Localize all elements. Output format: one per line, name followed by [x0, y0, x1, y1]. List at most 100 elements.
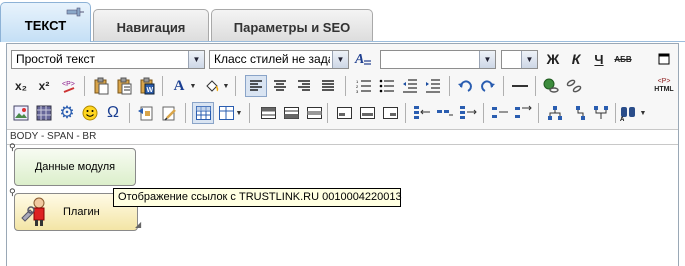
format-select-value: Простой текст: [16, 52, 95, 66]
chevron-down-icon[interactable]: ▼: [235, 102, 243, 124]
chevron-down-icon[interactable]: ▼: [222, 75, 230, 97]
insert-column-right-icon[interactable]: [434, 102, 456, 124]
tab-navigation[interactable]: Навигация: [93, 9, 209, 42]
gear-icon[interactable]: ⚙: [56, 102, 78, 124]
styles-icon[interactable]: A: [352, 48, 374, 70]
paste-word-icon[interactable]: W: [136, 75, 158, 97]
html-source-button[interactable]: <P> HTML: [653, 75, 675, 97]
html-tag-label: <P>: [657, 78, 671, 85]
redo-icon[interactable]: [477, 75, 499, 97]
undo-icon[interactable]: [454, 75, 476, 97]
maximize-icon[interactable]: [653, 48, 675, 70]
tab-divider: [0, 41, 685, 42]
bold-button[interactable]: Ж: [542, 48, 564, 70]
toolbar-separator: [235, 76, 236, 96]
chevron-down-icon[interactable]: ▼: [479, 51, 495, 68]
outdent-icon[interactable]: [399, 75, 421, 97]
find-replace-icon[interactable]: A: [619, 102, 641, 124]
toolbar-separator: [162, 76, 163, 96]
toolbar-separator: [405, 103, 406, 123]
underline-button[interactable]: Ч: [588, 48, 610, 70]
insert-row-below-icon[interactable]: [280, 102, 302, 124]
strikethrough-button[interactable]: АБВ: [612, 48, 634, 70]
anchor-icon: ⚲: [9, 142, 16, 152]
split-cell-horizontal-icon[interactable]: [489, 102, 511, 124]
paste-text-icon[interactable]: [113, 75, 135, 97]
link-icon[interactable]: [540, 75, 562, 97]
svg-text:<P>: <P>: [62, 81, 75, 88]
data-module-label: Данные модуля: [34, 161, 116, 173]
align-left-icon[interactable]: [245, 75, 267, 97]
cell-properties-icon[interactable]: [379, 102, 401, 124]
smiley-icon[interactable]: [79, 102, 101, 124]
table-icon[interactable]: [192, 102, 214, 124]
bullet-list-icon[interactable]: [376, 75, 398, 97]
paste-icon[interactable]: [90, 75, 112, 97]
chevron-down-icon[interactable]: ▼: [332, 51, 348, 68]
insert-template-icon[interactable]: [158, 102, 180, 124]
font-family-select[interactable]: ▼: [380, 50, 496, 69]
pin-icon: [66, 7, 84, 17]
tab-params-seo-label: Параметры и SEO: [233, 19, 351, 35]
format-select[interactable]: Простой текст ▼: [11, 50, 205, 69]
font-size-select[interactable]: ▼: [501, 50, 538, 69]
align-right-icon[interactable]: [293, 75, 315, 97]
style-class-select[interactable]: Класс стилей не задан ▼: [209, 50, 349, 69]
remove-format-icon[interactable]: <P>: [58, 75, 80, 97]
subscript-button[interactable]: x₂: [10, 75, 32, 97]
toolbar-separator: [615, 103, 616, 123]
toolbar-separator: [129, 103, 130, 123]
insert-anchor-icon[interactable]: [135, 102, 157, 124]
background-color-icon[interactable]: [201, 75, 223, 97]
toolbar-separator: [503, 76, 504, 96]
chevron-down-icon[interactable]: ▼: [189, 75, 197, 97]
special-char-button[interactable]: Ω: [102, 102, 124, 124]
toolbar-separator: [535, 76, 536, 96]
font-color-button[interactable]: A: [168, 75, 190, 97]
align-justify-icon[interactable]: [317, 75, 339, 97]
numbered-list-icon[interactable]: 123: [353, 75, 375, 97]
delete-column-icon[interactable]: [457, 102, 479, 124]
tab-text[interactable]: ТЕКСТ: [0, 2, 91, 42]
split-cell-icon[interactable]: [356, 102, 378, 124]
indent-icon[interactable]: [422, 75, 444, 97]
data-module-block[interactable]: ⚲ Данные модуля: [9, 142, 136, 186]
italic-button[interactable]: К: [565, 48, 587, 70]
split-cell-vertical-icon[interactable]: [512, 102, 534, 124]
align-center-icon[interactable]: [269, 75, 291, 97]
resize-handle-icon[interactable]: ◢: [135, 220, 141, 229]
image-icon[interactable]: [10, 102, 32, 124]
insert-column-tree-icon[interactable]: [567, 102, 589, 124]
tab-params-seo[interactable]: Параметры и SEO: [211, 9, 373, 42]
flash-grid-icon[interactable]: [33, 102, 55, 124]
editor-toolbar: Простой текст ▼ Класс стилей не задан ▼ …: [7, 44, 678, 129]
chevron-down-icon[interactable]: ▼: [521, 51, 537, 68]
tab-text-label: ТЕКСТ: [24, 18, 67, 33]
rich-text-editor: Простой текст ▼ Класс стилей не задан ▼ …: [6, 43, 679, 266]
link-tooltip: Отображение ссылок с TRUSTLINK.RU 001000…: [113, 188, 402, 207]
chevron-down-icon[interactable]: ▼: [188, 51, 204, 68]
delete-row-icon[interactable]: [303, 102, 325, 124]
svg-text:A: A: [354, 52, 364, 67]
plugin-label: Плагин: [63, 206, 100, 218]
svg-text:W: W: [147, 87, 154, 94]
table-properties-icon[interactable]: [215, 102, 237, 124]
toolbar-separator: [483, 103, 484, 123]
merge-cells-icon[interactable]: [333, 102, 355, 124]
anchor-icon: ⚲: [9, 187, 16, 197]
insert-row-above-icon[interactable]: [257, 102, 279, 124]
toolbar-separator: [538, 103, 539, 123]
superscript-button[interactable]: x²: [33, 75, 55, 97]
toolbar-separator: [185, 103, 186, 123]
toolbar-separator: [249, 103, 250, 123]
chevron-down-icon[interactable]: ▼: [639, 102, 647, 124]
delete-column-tree-icon[interactable]: [590, 102, 612, 124]
insert-row-tree-icon[interactable]: [544, 102, 566, 124]
toolbar-separator: [327, 103, 328, 123]
horizontal-rule-icon[interactable]: [509, 75, 531, 97]
toolbar-separator: [449, 76, 450, 96]
svg-text:A: A: [620, 117, 625, 121]
insert-column-left-icon[interactable]: [411, 102, 433, 124]
html-label: HTML: [654, 86, 674, 93]
unlink-icon[interactable]: [563, 75, 585, 97]
